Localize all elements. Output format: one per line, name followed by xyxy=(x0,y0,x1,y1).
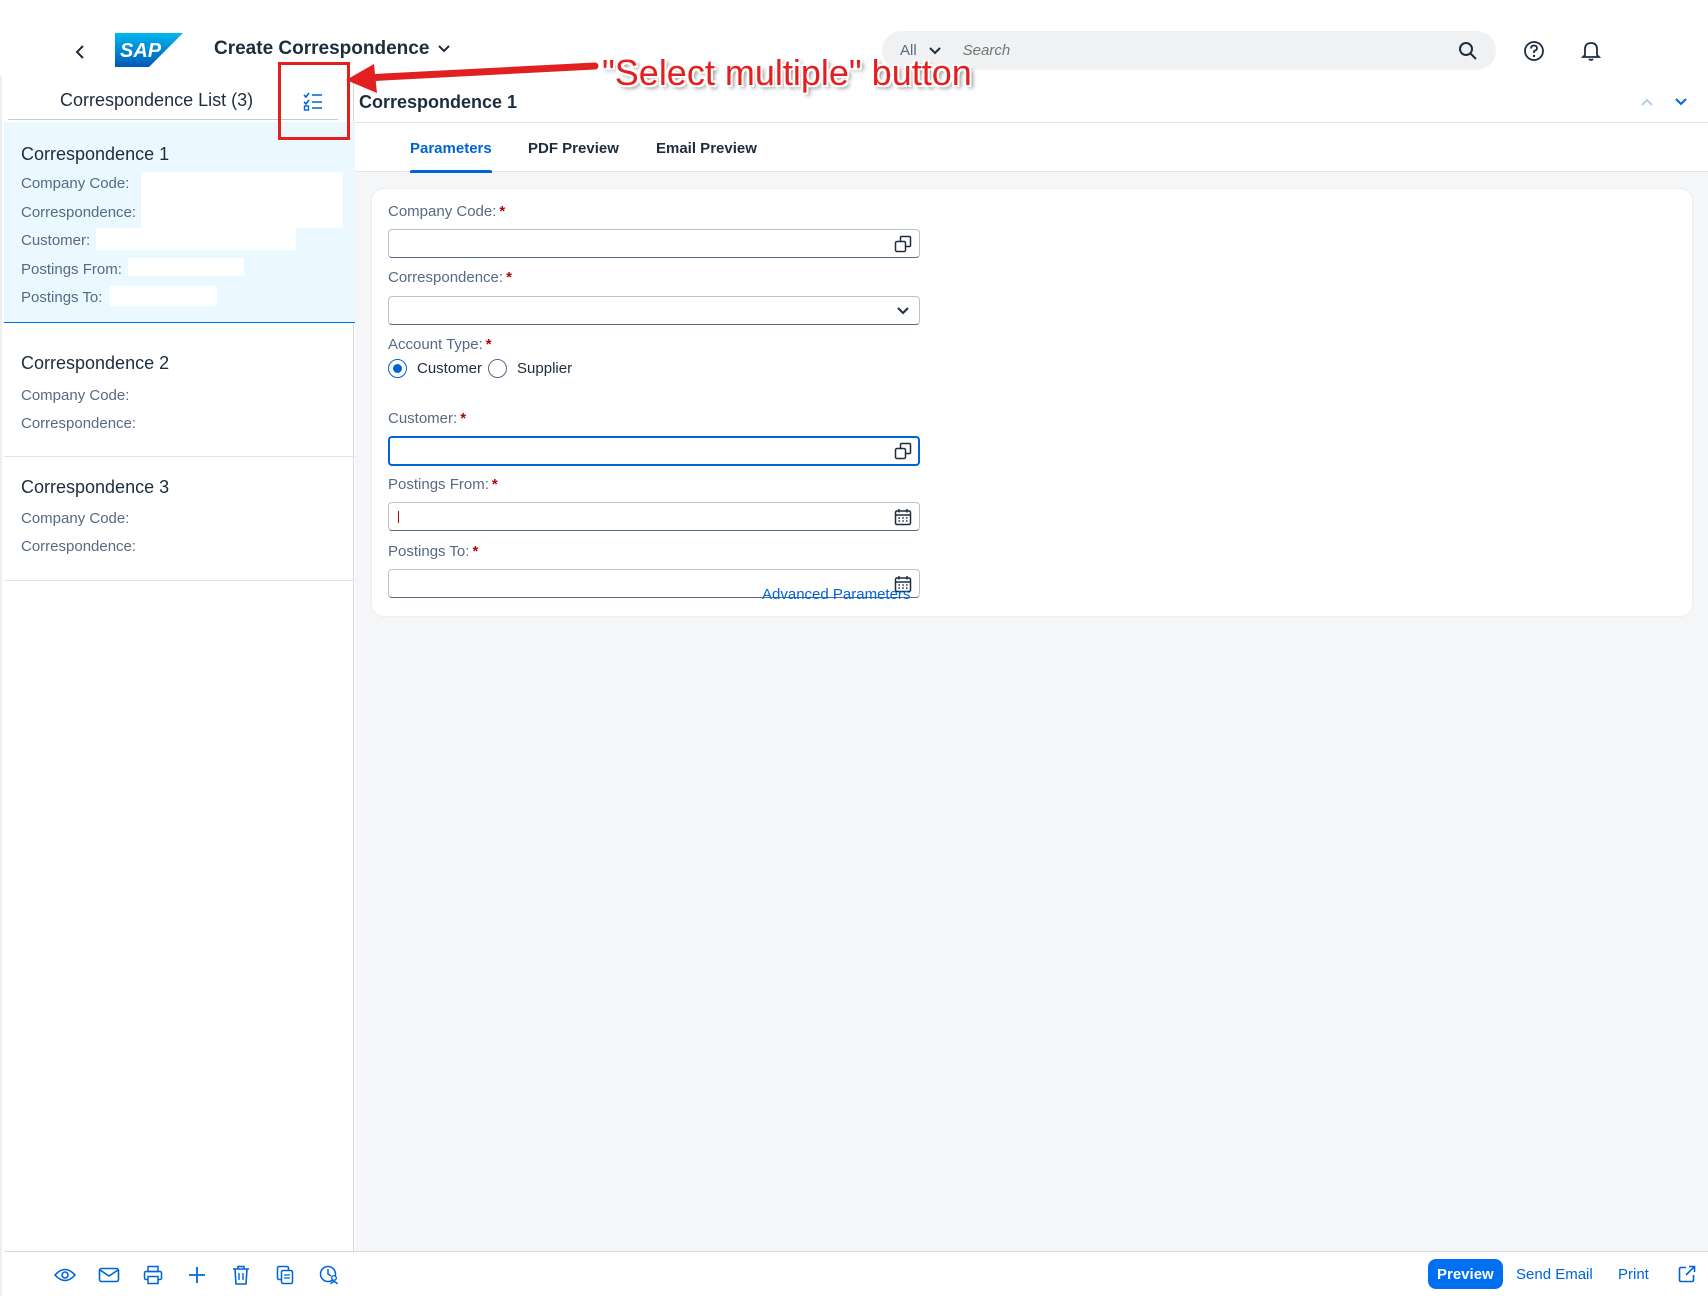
list-item-postings-from: Postings From: xyxy=(21,261,122,278)
search-input[interactable] xyxy=(958,42,1448,59)
correspondence-label: Correspondence: * xyxy=(388,269,512,286)
copy-icon xyxy=(276,1265,294,1285)
list-item-title: Correspondence 2 xyxy=(21,353,170,373)
customer-field[interactable] xyxy=(388,436,920,466)
show-icon xyxy=(54,1268,76,1282)
app-root: SAP Create Correspondence All Correspond… xyxy=(0,0,1708,1296)
text-cursor xyxy=(398,511,399,523)
redacted-block xyxy=(128,258,244,276)
preview-selected-button[interactable] xyxy=(52,1262,78,1288)
list-item-company-code: Company Code: xyxy=(21,510,130,527)
add-button[interactable] xyxy=(184,1262,210,1288)
company-code-field[interactable] xyxy=(388,229,920,258)
app-title-menu[interactable]: Create Correspondence xyxy=(214,38,451,60)
chevron-left-icon xyxy=(75,45,84,59)
list-item[interactable]: Correspondence 2 Company Code: Correspon… xyxy=(4,333,355,457)
delete-icon xyxy=(233,1265,249,1285)
app-title: Create Correspondence xyxy=(214,38,430,59)
annotation-label: "Select multiple" button xyxy=(602,52,972,93)
advanced-parameters-link[interactable]: Advanced Parameters xyxy=(762,586,910,603)
email-selected-button[interactable] xyxy=(96,1262,122,1288)
master-list-panel: Correspondence List (3) Correspondence 1… xyxy=(0,76,355,1296)
user-settings-icon xyxy=(319,1265,339,1285)
value-help-icon xyxy=(894,442,912,460)
send-email-button[interactable]: Send Email xyxy=(1516,1259,1593,1289)
search-button[interactable] xyxy=(1448,31,1488,70)
print-selected-button[interactable] xyxy=(140,1262,166,1288)
postings-from-label: Postings From: * xyxy=(388,476,498,493)
list-item-company-code: Company Code: xyxy=(21,387,130,404)
email-icon xyxy=(98,1267,120,1283)
list-item-company-code: Company Code: xyxy=(21,175,130,192)
correspondence-select[interactable] xyxy=(388,296,920,325)
previous-item-button[interactable] xyxy=(1635,90,1659,114)
calendar-icon xyxy=(894,509,912,526)
list-item-title: Correspondence 3 xyxy=(21,477,170,497)
master-list-title: Correspondence List (3) xyxy=(60,90,254,110)
user-settings-button[interactable] xyxy=(316,1262,342,1288)
print-icon xyxy=(143,1265,163,1285)
supplier-radio-label[interactable]: Supplier xyxy=(517,360,572,377)
postings-to-label: Postings To: * xyxy=(388,543,479,560)
copy-button[interactable] xyxy=(272,1262,298,1288)
share-icon xyxy=(1678,1265,1696,1283)
tab-pdf-preview[interactable]: PDF Preview xyxy=(528,123,619,173)
preview-button[interactable]: Preview xyxy=(1428,1259,1503,1289)
tab-parameters[interactable]: Parameters xyxy=(410,123,492,173)
list-item-correspondence: Correspondence: xyxy=(21,415,137,432)
value-help-button[interactable] xyxy=(893,441,913,461)
back-button[interactable] xyxy=(66,38,94,66)
company-code-label: Company Code: * xyxy=(388,203,506,220)
detail-footer-toolbar: Preview Send Email Print xyxy=(355,1251,1708,1296)
help-icon xyxy=(1524,41,1544,61)
detail-title: Correspondence 1 xyxy=(359,92,518,112)
next-item-button[interactable] xyxy=(1669,90,1693,114)
supplier-radio[interactable] xyxy=(488,359,508,378)
delete-button[interactable] xyxy=(228,1262,254,1288)
value-help-icon xyxy=(894,235,912,253)
customer-radio-label[interactable]: Customer xyxy=(417,360,482,377)
list-item-title: Correspondence 1 xyxy=(21,144,170,164)
tab-email-preview[interactable]: Email Preview xyxy=(656,123,757,173)
dropdown-arrow-button[interactable] xyxy=(893,301,913,321)
list-item-correspondence: Correspondence: xyxy=(21,538,137,555)
bell-icon xyxy=(1581,42,1601,61)
account-type-radio-group: Customer Supplier xyxy=(388,359,578,378)
list-item-correspondence: Correspondence: xyxy=(21,204,137,221)
redacted-block xyxy=(141,172,343,228)
chevron-down-icon xyxy=(438,45,451,53)
list-item-customer: Customer: xyxy=(21,232,91,249)
detail-panel: Correspondence 1 Parameters PDF Preview … xyxy=(355,76,1708,1296)
annotation-highlight-box xyxy=(278,62,350,140)
calendar-button[interactable] xyxy=(893,507,913,527)
value-help-button[interactable] xyxy=(893,234,913,254)
notifications-button[interactable] xyxy=(1576,36,1606,66)
postings-from-datepicker[interactable] xyxy=(388,502,920,531)
add-icon xyxy=(189,1267,205,1283)
search-field: All xyxy=(882,31,1496,70)
list-item[interactable]: Correspondence 1 Company Code: Correspon… xyxy=(4,122,355,323)
list-item-postings-to: Postings To: xyxy=(21,289,103,306)
list-item[interactable]: Correspondence 3 Company Code: Correspon… xyxy=(4,457,355,581)
share-button[interactable] xyxy=(1675,1262,1699,1286)
customer-radio[interactable] xyxy=(388,359,407,378)
detail-header: Correspondence 1 Parameters PDF Preview … xyxy=(355,76,1708,173)
redacted-block xyxy=(110,286,217,306)
sap-logo[interactable]: SAP xyxy=(115,33,183,67)
detail-tab-bar: Parameters PDF Preview Email Preview xyxy=(355,122,1708,173)
search-icon xyxy=(1459,41,1477,60)
help-button[interactable] xyxy=(1519,36,1549,66)
print-button[interactable]: Print xyxy=(1618,1259,1649,1289)
master-footer-toolbar xyxy=(4,1251,355,1296)
customer-label: Customer: * xyxy=(388,410,467,427)
chevron-down-icon xyxy=(897,307,909,315)
svg-text:SAP: SAP xyxy=(120,40,162,62)
chevron-down-icon xyxy=(1675,98,1687,106)
account-type-label: Account Type: * xyxy=(388,336,492,353)
parameters-form-card: Company Code: * Correspondence: * Account … xyxy=(372,189,1692,616)
chevron-up-icon xyxy=(1641,98,1653,106)
redacted-block xyxy=(96,228,296,250)
